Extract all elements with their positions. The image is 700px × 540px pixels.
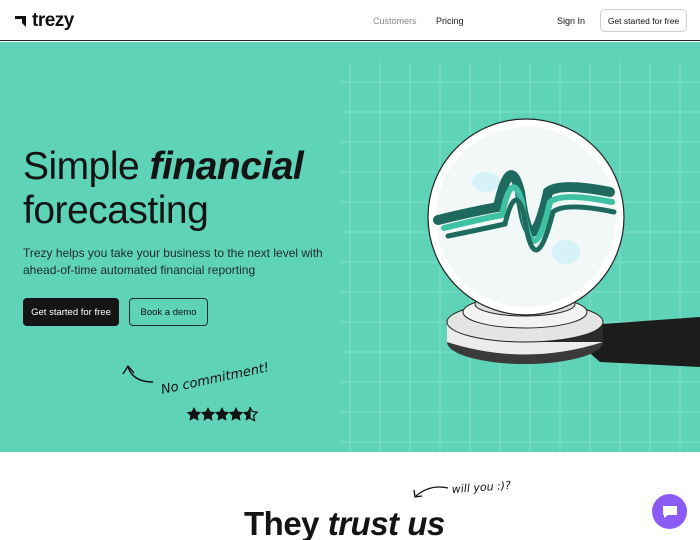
hero-subtitle: Trezy helps you take your business to th… <box>23 246 323 277</box>
hero-title-emphasis: financial <box>149 145 304 188</box>
trust-title-part1: They <box>244 505 328 540</box>
will-you-text: will you :)? <box>451 479 511 496</box>
half-star-icon <box>249 406 259 422</box>
chat-icon <box>662 505 677 518</box>
no-commitment-text: No commitment! <box>160 360 271 398</box>
trust-section-title: They trust us <box>244 505 445 540</box>
hero-get-started-button[interactable]: Get started for free <box>23 298 119 326</box>
hero-title-part1: Simple <box>23 145 150 188</box>
nav-get-started-button[interactable]: Get started for free <box>600 9 687 32</box>
sign-in-link[interactable]: Sign In <box>557 16 585 26</box>
star-icon <box>214 407 230 421</box>
star-icon <box>200 407 216 421</box>
top-navbar: trezy Customers Pricing Sign In Get star… <box>0 0 700 41</box>
star-icon <box>228 407 244 421</box>
will-you-annotation: will you :)? <box>413 479 511 498</box>
crystal-ball-illustration <box>427 118 625 364</box>
hero-title-part2: forecasting <box>23 189 209 232</box>
no-commitment-annotation: No commitment! <box>122 360 271 422</box>
nav-link-customers[interactable]: Customers <box>373 16 417 26</box>
hero-section: Simple financial forecasting Trezy helps… <box>0 42 700 452</box>
trezy-logo-icon <box>15 16 26 27</box>
hero-title: Simple financial forecasting <box>23 145 304 233</box>
chat-widget-button[interactable] <box>652 494 687 529</box>
brand-name: trezy <box>32 10 74 31</box>
trust-title-emphasis: trust us <box>327 505 446 540</box>
star-icon <box>186 407 202 421</box>
brand-logo[interactable]: trezy <box>14 10 74 32</box>
nav-link-pricing[interactable]: Pricing <box>436 16 464 26</box>
rating-stars <box>186 406 259 422</box>
